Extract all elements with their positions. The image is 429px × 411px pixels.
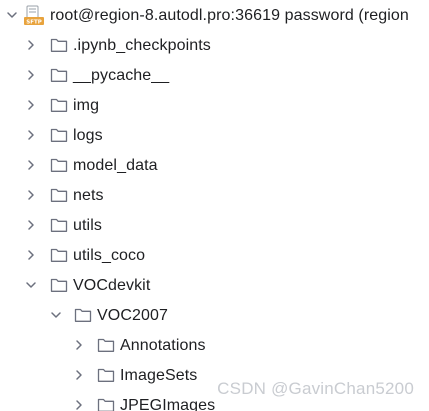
chevron-down-icon[interactable] <box>24 278 38 292</box>
folder-icon <box>97 367 115 383</box>
folder-icon <box>97 337 115 353</box>
chevron-right-icon[interactable] <box>24 98 38 112</box>
folder-icon <box>50 187 68 203</box>
folder-icon <box>50 127 68 143</box>
chevron-down-icon[interactable] <box>49 308 63 322</box>
tree-item-label: VOCdevkit <box>73 277 151 294</box>
tree-item-utils[interactable]: utils <box>0 211 429 241</box>
chevron-right-icon[interactable] <box>72 338 86 352</box>
tree-item-annotations[interactable]: Annotations <box>0 331 429 361</box>
tree-item-label: utils_coco <box>73 247 146 264</box>
tree-item-utils-coco[interactable]: utils_coco <box>0 241 429 271</box>
file-tree: SFTP root@region-8.autodl.pro:36619 pass… <box>0 0 429 411</box>
folder-icon <box>50 247 68 263</box>
tree-item-logs[interactable]: logs <box>0 121 429 151</box>
chevron-right-icon[interactable] <box>24 128 38 142</box>
chevron-right-icon[interactable] <box>72 368 86 382</box>
chevron-right-icon[interactable] <box>24 38 38 52</box>
chevron-right-icon[interactable] <box>24 158 38 172</box>
sftp-server-icon: SFTP <box>23 5 45 27</box>
chevron-down-icon[interactable] <box>5 8 19 22</box>
tree-item-model-data[interactable]: model_data <box>0 151 429 181</box>
folder-icon <box>50 97 68 113</box>
tree-item-label: utils <box>73 217 102 234</box>
tree-root-row[interactable]: SFTP root@region-8.autodl.pro:36619 pass… <box>0 1 429 31</box>
tree-item-label: logs <box>73 127 103 144</box>
tree-item-vocdevkit[interactable]: VOCdevkit <box>0 271 429 301</box>
folder-icon <box>50 37 68 53</box>
tree-item-label: VOC2007 <box>97 307 168 324</box>
folder-icon <box>50 67 68 83</box>
root-label: root@region-8.autodl.pro:36619 password … <box>50 7 409 24</box>
chevron-right-icon[interactable] <box>24 248 38 262</box>
chevron-right-icon[interactable] <box>72 398 86 411</box>
tree-item-voc2007[interactable]: VOC2007 <box>0 301 429 331</box>
tree-item-label: .ipynb_checkpoints <box>73 37 211 54</box>
tree-item-ipynb-checkpoints[interactable]: .ipynb_checkpoints <box>0 31 429 61</box>
folder-icon <box>97 397 115 411</box>
chevron-right-icon[interactable] <box>24 188 38 202</box>
folder-icon <box>74 307 92 323</box>
folder-icon <box>50 277 68 293</box>
tree-item-label: nets <box>73 187 104 204</box>
sftp-icon-text: SFTP <box>26 20 42 26</box>
tree-item-img[interactable]: img <box>0 91 429 121</box>
chevron-right-icon[interactable] <box>24 218 38 232</box>
tree-item-label: __pycache__ <box>73 67 170 84</box>
tree-item-label: JPEGImages <box>120 397 216 411</box>
watermark: CSDN @GavinChan5200 <box>217 379 414 398</box>
tree-item-label: model_data <box>73 157 158 174</box>
tree-item-nets[interactable]: nets <box>0 181 429 211</box>
tree-item-label: img <box>73 97 100 114</box>
chevron-right-icon[interactable] <box>24 68 38 82</box>
tree-item-label: ImageSets <box>120 367 198 384</box>
folder-icon <box>50 217 68 233</box>
folder-icon <box>50 157 68 173</box>
tree-item-pycache[interactable]: __pycache__ <box>0 61 429 91</box>
tree-item-label: Annotations <box>120 337 206 354</box>
